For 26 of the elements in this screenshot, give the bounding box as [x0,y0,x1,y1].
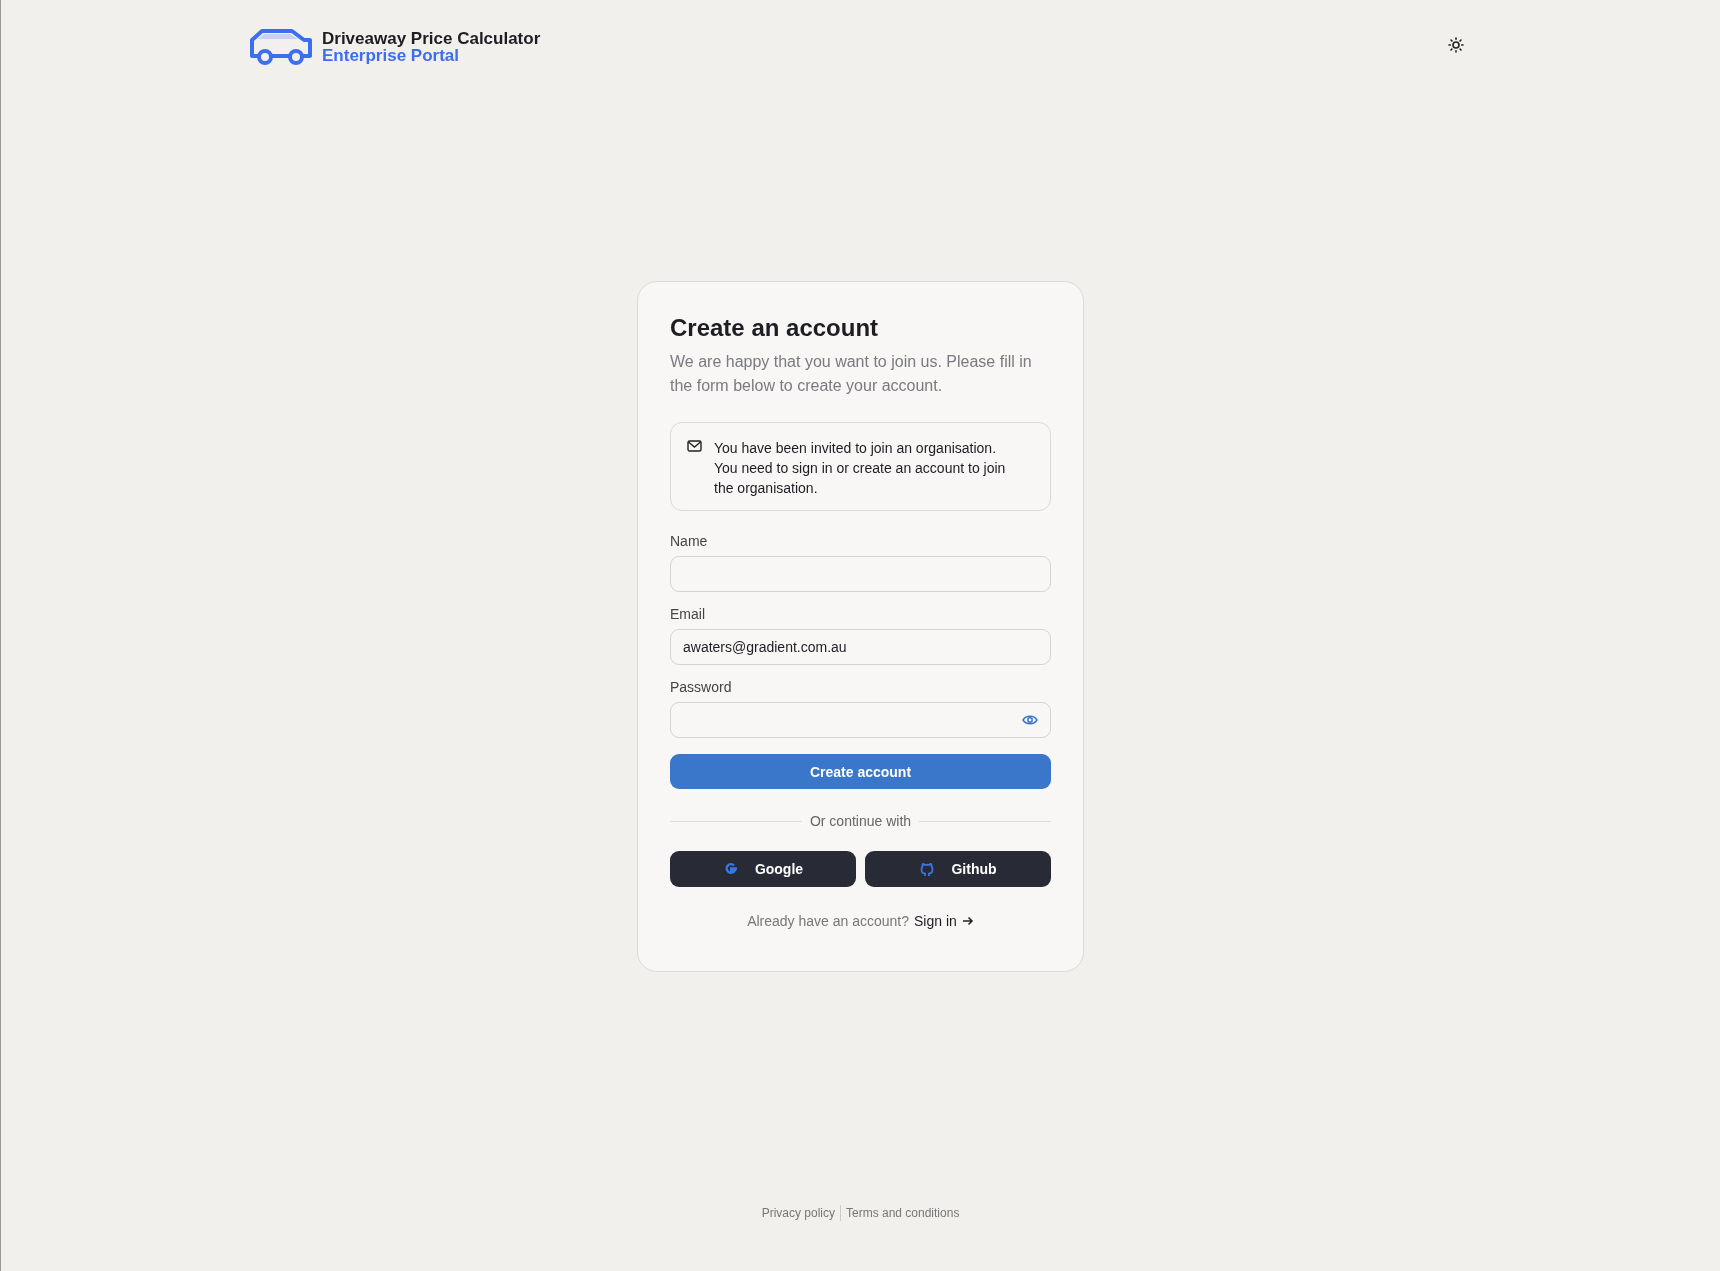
signin-prompt: Already have an account? [747,913,910,929]
card-description: We are happy that you want to join us. Please fill in the form below to create your account. [670,352,1033,396]
card-title: Create an account [670,314,880,342]
text-input-field[interactable]: awaters@gradient.com.au [670,629,1051,665]
notice-heading: You have been invited to join an organisation. [714,439,998,458]
sign-in-link[interactable]: Sign in [914,913,957,929]
notice-body: You need to sign in or create an account to join the organisation. [714,459,1007,498]
create-account-button[interactable]: Create account [670,754,1051,789]
theme-toggle-icon[interactable] [1448,37,1464,53]
password-field[interactable] [670,702,1051,738]
field-label: Name [670,533,709,549]
text-input-field[interactable] [670,556,1051,592]
app-subtitle: Enterprise Portal [322,47,460,64]
social-login-button[interactable]: Github [865,851,1051,887]
social-login-button[interactable]: Google [670,851,856,887]
divider-text: Or continue with [809,813,912,829]
octocat-icon [919,861,936,877]
app-title: Driveaway Price Calculator [322,30,541,47]
field-label: Email [670,606,706,622]
car-logo-icon [248,28,314,66]
arrow-right-icon [961,916,974,926]
show-password-icon[interactable] [1022,714,1038,726]
mail-icon [687,440,702,453]
field-label: Password [670,679,733,695]
footer-link[interactable]: Privacy policy [761,1206,835,1220]
footer-link[interactable]: Terms and conditions [846,1206,960,1220]
